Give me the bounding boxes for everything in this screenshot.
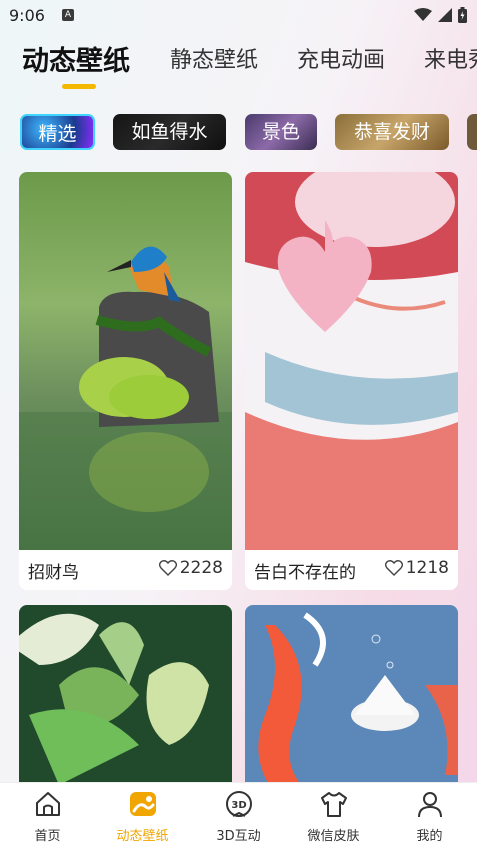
tab-dynamic-wallpaper[interactable]: 动态壁纸 [22,39,130,78]
nav-home[interactable]: 首页 [0,783,95,849]
nav-profile-label: 我的 [416,829,443,844]
nav-dynamic-wallpaper-label: 动态壁纸 [116,829,169,844]
heart-icon [384,560,403,576]
category-chips: 精选 如鱼得水 景色 恭喜发财 [0,112,477,152]
lotus-image [19,605,232,805]
card-footer: 招财鸟 2228 [19,548,232,590]
wallpaper-card[interactable]: 告白不存在的 1218 [245,172,458,590]
chip-prosperity[interactable]: 恭喜发财 [335,114,449,150]
chip-more[interactable] [467,114,477,150]
home-icon [35,792,60,816]
svg-text:3D: 3D [231,800,246,811]
card-title: 招财鸟 [28,563,79,583]
koi-image [245,605,458,805]
tab-charging-animation[interactable]: 充电动画 [297,42,385,74]
nav-3d-interaction[interactable]: 3D 3D互动 [191,783,286,849]
like-count[interactable]: 2228 [158,558,223,578]
pig-heart-image [245,172,458,550]
like-count[interactable]: 1218 [384,558,449,578]
nav-wechat-skin-label: 微信皮肤 [307,829,360,844]
wallpaper-card[interactable] [245,605,458,805]
status-bar: 9:06 A [0,0,477,32]
wifi-icon [414,8,432,21]
card-title: 告白不存在的 [254,563,356,583]
nav-dynamic-wallpaper[interactable]: 动态壁纸 [95,783,190,849]
chip-like-fish-in-water[interactable]: 如鱼得水 [113,114,226,150]
signal-icon [438,8,452,22]
battery-icon [458,7,467,23]
wallpaper-card[interactable]: 招财鸟 2228 [19,172,232,590]
chip-featured[interactable]: 精选 [20,114,95,150]
card-footer: 告白不存在的 1218 [245,548,458,590]
kingfisher-image [19,172,232,550]
person-icon [417,792,442,818]
status-icons [414,7,467,23]
shirt-icon [320,792,347,817]
wallpaper-icon [129,792,156,816]
active-tab-indicator [62,84,96,89]
status-time: 9:06 [9,6,45,25]
heart-icon [158,560,177,576]
tab-call-show[interactable]: 来电秀 [424,42,477,74]
nav-wechat-skin[interactable]: 微信皮肤 [286,783,381,849]
tab-static-wallpaper[interactable]: 静态壁纸 [170,42,258,74]
notification-icon: A [62,9,74,21]
chip-scenery[interactable]: 景色 [245,114,317,150]
wallpaper-card[interactable] [19,605,232,805]
nav-home-label: 首页 [34,829,61,844]
bottom-nav: 首页 动态壁纸 3D 3D互动 微信皮肤 我的 [0,782,477,849]
like-count-value: 2228 [179,558,223,578]
nav-3d-interaction-label: 3D互动 [216,829,261,844]
3d-icon: 3D [225,791,252,817]
nav-profile[interactable]: 我的 [382,783,477,849]
like-count-value: 1218 [405,558,449,578]
